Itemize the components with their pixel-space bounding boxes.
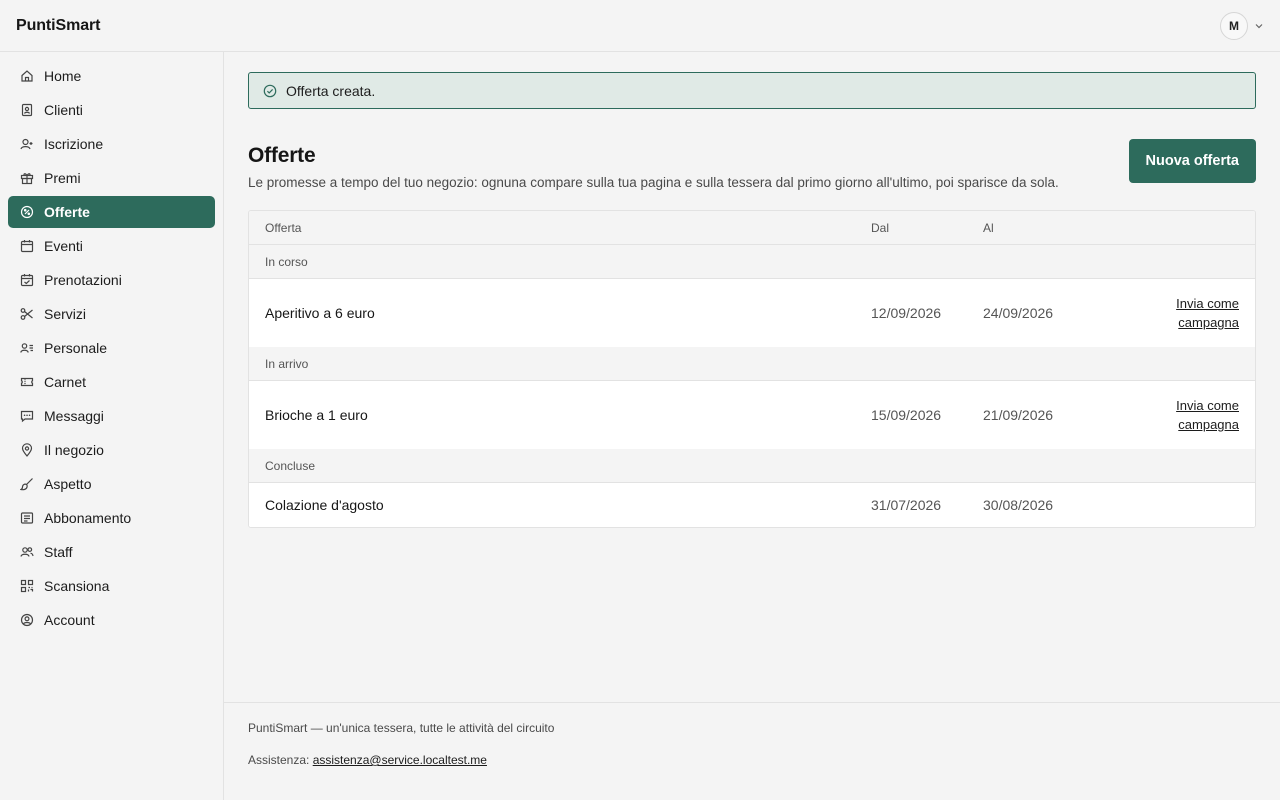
sidebar-item-prenotazioni[interactable]: Prenotazioni [8, 264, 215, 296]
sidebar-item-abbonamento[interactable]: Abbonamento [8, 502, 215, 534]
sidebar-item-label: Eventi [44, 238, 83, 254]
gift-icon [20, 171, 34, 185]
sidebar-item-label: Account [44, 612, 95, 628]
table-row: Aperitivo a 6 euro 12/09/2026 24/09/2026… [249, 279, 1255, 347]
chevron-down-icon[interactable] [1254, 21, 1264, 31]
sidebar: Home Clienti Iscrizione Premi Offerte Ev… [0, 52, 224, 800]
discount-badge-icon [20, 205, 34, 219]
sidebar-item-label: Iscrizione [44, 136, 104, 152]
sidebar-item-account[interactable]: Account [8, 604, 215, 636]
send-as-campaign-link[interactable]: Invia come campagna [1159, 294, 1239, 332]
offer-end-date: 24/09/2026 [983, 305, 1054, 321]
calendar-check-icon [20, 273, 34, 287]
check-circle-icon [263, 84, 277, 98]
sidebar-item-label: Scansiona [44, 578, 110, 594]
sidebar-item-label: Premi [44, 170, 81, 186]
qr-code-icon [20, 579, 34, 593]
sidebar-item-scansiona[interactable]: Scansiona [8, 570, 215, 602]
sidebar-item-personale[interactable]: Personale [8, 332, 215, 364]
sidebar-item-aspetto[interactable]: Aspetto [8, 468, 215, 500]
page-header: Offerte Le promesse a tempo del tuo nego… [248, 139, 1256, 190]
sidebar-item-offerte[interactable]: Offerte [8, 196, 215, 228]
alert-text: Offerta creata. [286, 82, 376, 99]
column-header-from: Dal [871, 220, 890, 235]
sidebar-item-label: Clienti [44, 102, 83, 118]
sidebar-item-home[interactable]: Home [8, 60, 215, 92]
sidebar-item-label: Personale [44, 340, 108, 356]
success-alert: Offerta creata. [248, 72, 1256, 109]
sidebar-item-label: Messaggi [44, 408, 104, 424]
offer-start-date: 31/07/2026 [871, 497, 942, 513]
top-bar: PuntiSmart M [0, 0, 1280, 52]
support-email-link[interactable]: assistenza@service.localtest.me [313, 753, 487, 767]
sidebar-item-label: Il negozio [44, 442, 104, 458]
sidebar-item-premi[interactable]: Premi [8, 162, 215, 194]
sidebar-item-label: Staff [44, 544, 73, 560]
sidebar-item-staff[interactable]: Staff [8, 536, 215, 568]
brand-name[interactable]: PuntiSmart [16, 17, 100, 35]
offer-name: Colazione d'agosto [265, 497, 384, 513]
group-header-in-arrivo: In arrivo [249, 347, 1255, 381]
sidebar-item-label: Home [44, 68, 82, 84]
offers-table: Offerta Dal Al In corso Aperitivo a 6 eu… [248, 210, 1256, 528]
page-title: Offerte [248, 144, 316, 167]
sidebar-item-label: Servizi [44, 306, 87, 322]
sidebar-item-label: Prenotazioni [44, 272, 122, 288]
new-offer-button[interactable]: Nuova offerta [1128, 139, 1256, 183]
offer-end-date: 30/08/2026 [983, 497, 1054, 513]
sidebar-item-label: Abbonamento [44, 510, 132, 526]
map-pin-icon [20, 443, 34, 457]
user-list-icon [20, 341, 34, 355]
offer-start-date: 15/09/2026 [871, 407, 942, 423]
user-plus-icon [20, 137, 34, 151]
sidebar-item-label: Aspetto [44, 476, 92, 492]
sidebar-item-il-negozio[interactable]: Il negozio [8, 434, 215, 466]
sidebar-item-iscrizione[interactable]: Iscrizione [8, 128, 215, 160]
table-header: Offerta Dal Al [249, 211, 1255, 245]
avatar[interactable]: M [1220, 11, 1248, 40]
group-header-concluse: Concluse [249, 449, 1255, 483]
brush-icon [20, 477, 34, 491]
sidebar-item-label: Carnet [44, 374, 87, 390]
sidebar-item-label: Offerte [44, 204, 90, 220]
table-row: Colazione d'agosto 31/07/2026 30/08/2026 [249, 483, 1255, 527]
sidebar-item-carnet[interactable]: Carnet [8, 366, 215, 398]
page-description: Le promesse a tempo del tuo negozio: ogn… [248, 175, 1059, 190]
offer-name: Brioche a 1 euro [265, 407, 368, 423]
sidebar-item-messaggi[interactable]: Messaggi [8, 400, 215, 432]
main-content: Offerta creata. Offerte Le promesse a te… [224, 52, 1280, 702]
home-icon [20, 69, 34, 83]
sidebar-item-eventi[interactable]: Eventi [8, 230, 215, 262]
receipt-icon [20, 511, 34, 525]
footer-support: Assistenza: assistenza@service.localtest… [248, 753, 1256, 767]
support-label: Assistenza: [248, 753, 310, 767]
contacts-icon [20, 103, 34, 117]
send-as-campaign-link[interactable]: Invia come campagna [1159, 396, 1239, 434]
user-circle-icon [20, 613, 34, 627]
calendar-icon [20, 239, 34, 253]
scissors-icon [20, 307, 34, 321]
column-header-offer: Offerta [265, 220, 302, 235]
group-header-in-corso: In corso [249, 245, 1255, 279]
footer-tagline: PuntiSmart — un'unica tessera, tutte le … [248, 721, 555, 735]
offer-start-date: 12/09/2026 [871, 305, 942, 321]
offer-name: Aperitivo a 6 euro [265, 305, 375, 321]
sidebar-item-clienti[interactable]: Clienti [8, 94, 215, 126]
user-menu[interactable]: M [1220, 11, 1264, 40]
offer-end-date: 21/09/2026 [983, 407, 1054, 423]
column-header-to: Al [983, 220, 994, 235]
table-row: Brioche a 1 euro 15/09/2026 21/09/2026 I… [249, 381, 1255, 449]
ticket-icon [20, 375, 34, 389]
users-icon [20, 545, 34, 559]
message-icon [20, 409, 34, 423]
sidebar-item-servizi[interactable]: Servizi [8, 298, 215, 330]
footer: PuntiSmart — un'unica tessera, tutte le … [224, 702, 1280, 800]
